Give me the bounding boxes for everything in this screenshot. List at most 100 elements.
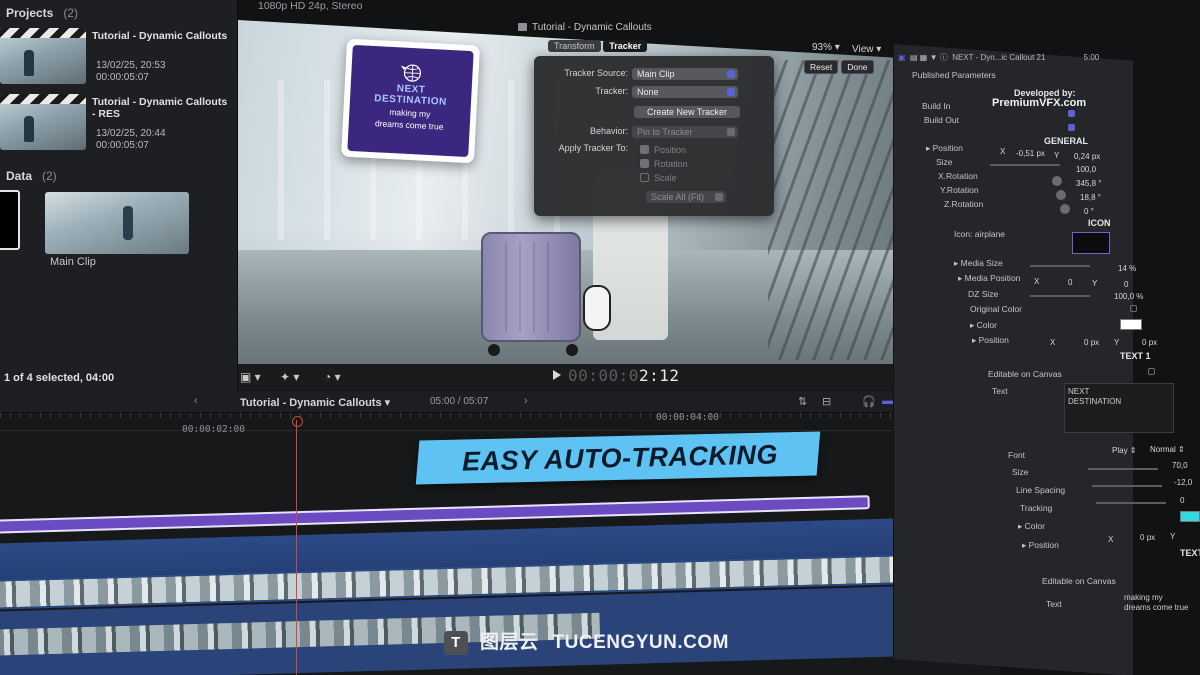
play-icon[interactable]: [553, 370, 561, 380]
color-label[interactable]: ▸ Color: [970, 320, 997, 331]
x-rotation-value[interactable]: 345,8 °: [1076, 179, 1101, 188]
headphones-icon[interactable]: 🎧: [862, 395, 876, 408]
x-rotation-dial[interactable]: [1052, 176, 1062, 186]
transform-tool-icon[interactable]: ▣ ▾: [240, 370, 261, 384]
pos2-x: 0: [1084, 338, 1089, 347]
position2-x-value[interactable]: 0 px: [1084, 338, 1099, 347]
position2-label[interactable]: ▸ Position: [972, 335, 1009, 346]
tracker-select[interactable]: None: [632, 86, 738, 98]
speed-gauge-icon[interactable]: ◔ ▾: [324, 370, 341, 384]
zoom-clips-icon[interactable]: ⊟: [822, 395, 831, 408]
position-label[interactable]: ▸ Position: [926, 143, 963, 154]
create-tracker-button[interactable]: Create New Tracker: [634, 106, 740, 118]
text-field-line1: NEXT: [1068, 387, 1090, 396]
position3-label[interactable]: ▸ Position: [1022, 540, 1059, 551]
callout-card[interactable]: NEXT DESTINATION making my dreams come t…: [341, 38, 480, 164]
done-button[interactable]: Done: [841, 60, 874, 74]
published-params-label: Published Parameters: [912, 70, 996, 80]
text2-field[interactable]: making my dreams come true: [1124, 593, 1200, 623]
scale-mode-select[interactable]: Scale All (Fit): [646, 191, 726, 203]
view-menu[interactable]: View ▾: [852, 44, 881, 55]
main-clip-label: Main Clip: [50, 256, 96, 268]
history-back-icon[interactable]: ‹: [194, 395, 198, 407]
media-size-label[interactable]: ▸ Media Size: [954, 258, 1003, 269]
history-forward-icon[interactable]: ›: [524, 395, 528, 407]
px-unit: px: [1148, 338, 1158, 347]
behavior-select[interactable]: Pin to Tracker: [632, 126, 738, 138]
px-unit: px: [1091, 152, 1101, 161]
text-field[interactable]: NEXT DESTINATION: [1064, 383, 1174, 433]
reset-button[interactable]: Reset: [804, 60, 839, 74]
tab-transform[interactable]: Transform: [548, 40, 601, 52]
y-rotation-label: Y.Rotation: [940, 185, 979, 195]
main-clip-thumbnail[interactable]: [45, 192, 189, 254]
brand-label: PremiumVFX.com: [992, 97, 1087, 109]
tracking-slider[interactable]: [1096, 502, 1166, 504]
dz-size-slider[interactable]: [1030, 295, 1090, 297]
size2-slider[interactable]: [1088, 468, 1158, 470]
scale-checkbox[interactable]: Scale: [640, 173, 677, 183]
playhead[interactable]: [292, 416, 303, 675]
icon-image-well[interactable]: [1072, 232, 1110, 254]
z-rotation-value[interactable]: 0 °: [1084, 207, 1094, 216]
tracking-value[interactable]: 0: [1180, 496, 1184, 505]
ruler-mark: 00:00:04:00: [656, 412, 719, 423]
project-item[interactable]: Tutorial - Dynamic Callouts 13/02/25, 20…: [0, 22, 238, 92]
color-swatch[interactable]: [1120, 319, 1142, 330]
y-rotation-value[interactable]: 18,8 °: [1080, 193, 1101, 202]
z-rotation-dial[interactable]: [1060, 204, 1070, 214]
black-clip-thumbnail[interactable]: [0, 190, 20, 250]
editable-canvas-checkbox[interactable]: [1148, 368, 1155, 375]
font-select[interactable]: Play ⇕: [1112, 446, 1137, 455]
dz-size-value[interactable]: 100,0 %: [1114, 292, 1143, 301]
size-value[interactable]: 100,0: [1076, 165, 1096, 174]
position-checkbox[interactable]: Position: [640, 145, 686, 155]
position2-y-value[interactable]: 0 px: [1142, 338, 1157, 347]
zoom-value: 93%: [812, 42, 833, 53]
data-header: Data (2): [0, 165, 63, 187]
line-spacing-value[interactable]: -12,0: [1174, 478, 1192, 487]
media-position-label[interactable]: ▸ Media Position: [958, 273, 1020, 284]
pos2-y: 0: [1142, 338, 1147, 347]
px-unit: px: [1146, 533, 1156, 542]
zoom-control[interactable]: 93% ▾: [812, 42, 840, 53]
tab-tracker[interactable]: Tracker: [603, 40, 648, 52]
size2-value[interactable]: 70,0: [1172, 461, 1188, 470]
clip-appearance-icon[interactable]: ⇅: [798, 395, 807, 408]
timeline-project-name[interactable]: Tutorial - Dynamic Callouts ▾: [240, 396, 390, 409]
color2-label[interactable]: ▸ Color: [1018, 521, 1045, 532]
tracker-source-select[interactable]: Main Clip: [632, 68, 738, 80]
tracker-actions: Reset Done: [804, 60, 877, 74]
project-thumbnail: [0, 94, 86, 150]
projects-count: (2): [63, 6, 79, 20]
inspector-header: ▣ ▤ ▦ ▼ ⓘ NEXT - Dyn...ic Callout 21 5:0…: [898, 52, 1099, 63]
y-rotation-dial[interactable]: [1056, 190, 1066, 200]
color2-swatch[interactable]: [1180, 511, 1200, 522]
position2-y-label: Y: [1114, 338, 1120, 347]
position3-x-value[interactable]: 0 px: [1140, 533, 1155, 542]
enhance-wand-icon[interactable]: ✦ ▾: [280, 370, 299, 384]
viewer-format: 1080p HD 24p, Stereo: [258, 0, 363, 12]
font-style-select[interactable]: Normal ⇕: [1150, 445, 1185, 454]
rotation-checkbox[interactable]: Rotation: [640, 159, 688, 169]
inspector-toolbar-icons[interactable]: ▣: [898, 53, 906, 62]
original-color-checkbox[interactable]: [1130, 305, 1137, 312]
build-out-checkbox[interactable]: [1068, 124, 1075, 131]
font-label: Font: [1008, 450, 1026, 460]
media-pos-y-value[interactable]: 0: [1124, 280, 1128, 289]
position-y-value[interactable]: 0,24 px: [1074, 152, 1100, 161]
build-in-checkbox[interactable]: [1068, 110, 1075, 117]
size-slider[interactable]: [990, 164, 1060, 166]
timeline-ruler[interactable]: [0, 413, 1000, 431]
project-item[interactable]: Tutorial - Dynamic Callouts - RES 13/02/…: [0, 88, 238, 158]
line-spacing-slider[interactable]: [1092, 485, 1162, 487]
behavior-label: Behavior:: [589, 126, 628, 136]
project-date: 13/02/25, 20:44: [96, 128, 166, 139]
position-x-value[interactable]: -0,51 px: [1016, 149, 1045, 158]
snapping-icon[interactable]: ▬: [882, 395, 893, 407]
text1-header: TEXT 1: [1120, 351, 1151, 361]
media-size-slider[interactable]: [1030, 265, 1090, 267]
media-size-value[interactable]: 14 %: [1118, 264, 1136, 273]
media-pos-x-value[interactable]: 0: [1068, 278, 1072, 287]
watermark: T 图层云 TUCENGYUN.COM: [444, 627, 729, 655]
